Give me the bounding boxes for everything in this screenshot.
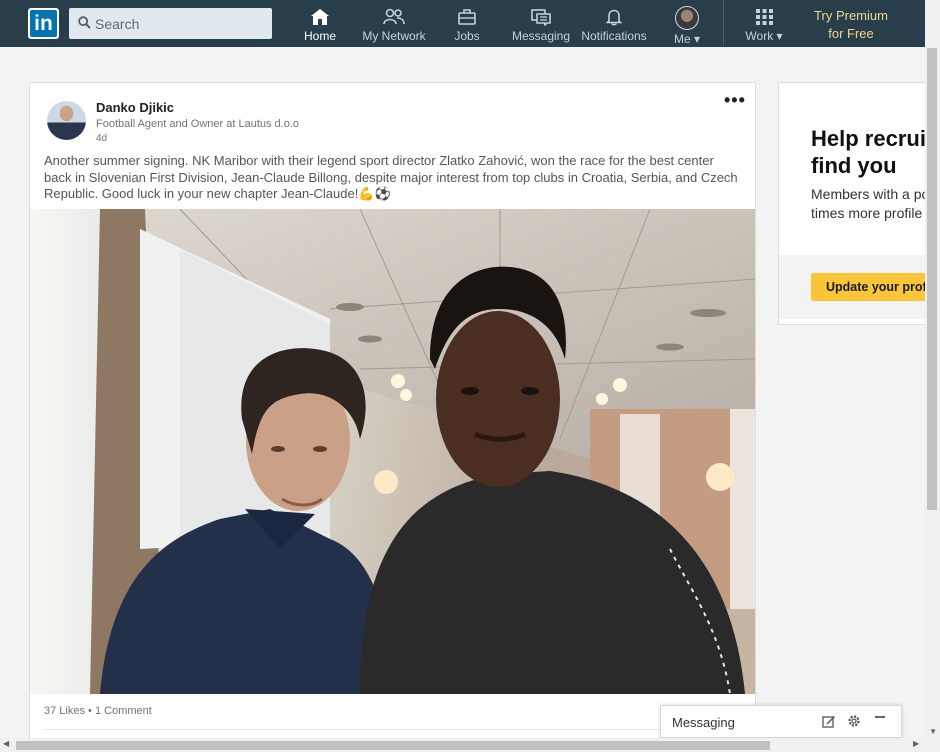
ad-title: Help recruiters find you	[811, 126, 927, 178]
social-counts[interactable]: 37 Likes • 1 Comment	[44, 705, 152, 717]
nav-messaging[interactable]: Messaging	[512, 0, 570, 47]
search-box[interactable]	[69, 8, 272, 39]
nav-work-label: Work ▾	[745, 29, 783, 43]
nav-jobs-label: Jobs	[454, 29, 480, 43]
feed-post: Danko Djikic Football Agent and Owner at…	[29, 82, 756, 742]
linkedin-logo[interactable]: in	[28, 8, 59, 39]
vertical-scrollbar[interactable]: ▼	[925, 0, 940, 752]
network-icon	[383, 8, 405, 25]
minimize-icon[interactable]	[873, 710, 887, 724]
update-profile-button[interactable]: Update your profile	[811, 273, 927, 301]
avatar	[675, 6, 699, 30]
nav-notifications-label: Notifications	[581, 29, 647, 43]
search-input[interactable]	[95, 8, 265, 39]
logo-text: in	[30, 10, 57, 37]
top-navigation-bar: in Home My Network Jobs	[0, 0, 925, 47]
grid-icon	[755, 9, 773, 25]
profile-ad-card: Help recruiters find you Members with a …	[778, 82, 928, 325]
premium-line-2: for Free	[828, 26, 874, 41]
try-premium-link[interactable]: Try Premium for Free	[806, 7, 896, 43]
messaging-tray[interactable]: Messaging	[660, 705, 902, 738]
home-icon	[311, 9, 329, 25]
search-icon	[78, 16, 91, 29]
nav-notifications[interactable]: Notifications	[581, 0, 647, 47]
nav-divider	[723, 0, 724, 47]
settings-gear-icon[interactable]	[847, 714, 861, 728]
nav-my-network[interactable]: My Network	[360, 0, 428, 47]
nav-my-network-label: My Network	[362, 29, 426, 43]
post-photo[interactable]	[30, 209, 755, 694]
scroll-left-arrow-icon[interactable]: ◀	[3, 739, 9, 748]
messaging-tray-label[interactable]: Messaging	[672, 715, 735, 730]
separator-dot: •	[88, 705, 95, 717]
scroll-right-arrow-icon[interactable]: ▶	[913, 739, 919, 748]
nav-jobs[interactable]: Jobs	[449, 0, 485, 47]
scroll-down-arrow-icon[interactable]: ▼	[929, 727, 937, 736]
nav-home-label: Home	[303, 29, 336, 43]
more-options-button[interactable]: •••	[724, 91, 746, 109]
nav-me[interactable]: Me ▾	[670, 0, 704, 47]
author-avatar[interactable]	[47, 101, 86, 140]
compose-icon[interactable]	[822, 714, 836, 728]
nav-messaging-label: Messaging	[512, 29, 571, 43]
author-headline: Football Agent and Owner at Lautus d.o.o	[96, 118, 300, 130]
likes-count[interactable]: 37 Likes	[44, 705, 85, 717]
horizontal-scroll-thumb[interactable]	[16, 741, 770, 750]
photo-illustration	[30, 209, 755, 694]
nav-home[interactable]: Home	[298, 0, 342, 47]
bell-icon	[605, 9, 623, 26]
horizontal-scrollbar[interactable]: ◀ ▶	[0, 738, 925, 752]
post-text: Another summer signing. NK Maribor with …	[44, 153, 738, 201]
ad-footer: Update your profile	[779, 255, 927, 319]
post-timestamp: 4d	[96, 133, 108, 144]
comments-count[interactable]: 1 Comment	[95, 705, 152, 717]
vertical-scroll-thumb[interactable]	[927, 48, 937, 510]
briefcase-icon	[458, 9, 476, 25]
ad-text: Members with a position get 3 times more…	[811, 186, 928, 221]
nav-work[interactable]: Work ▾	[744, 0, 784, 47]
author-name[interactable]: Danko Djikic	[96, 100, 174, 115]
nav-me-label: Me ▾	[673, 32, 701, 46]
post-divider	[44, 729, 742, 730]
premium-line-1: Try Premium	[814, 8, 888, 23]
messaging-icon	[531, 9, 551, 26]
